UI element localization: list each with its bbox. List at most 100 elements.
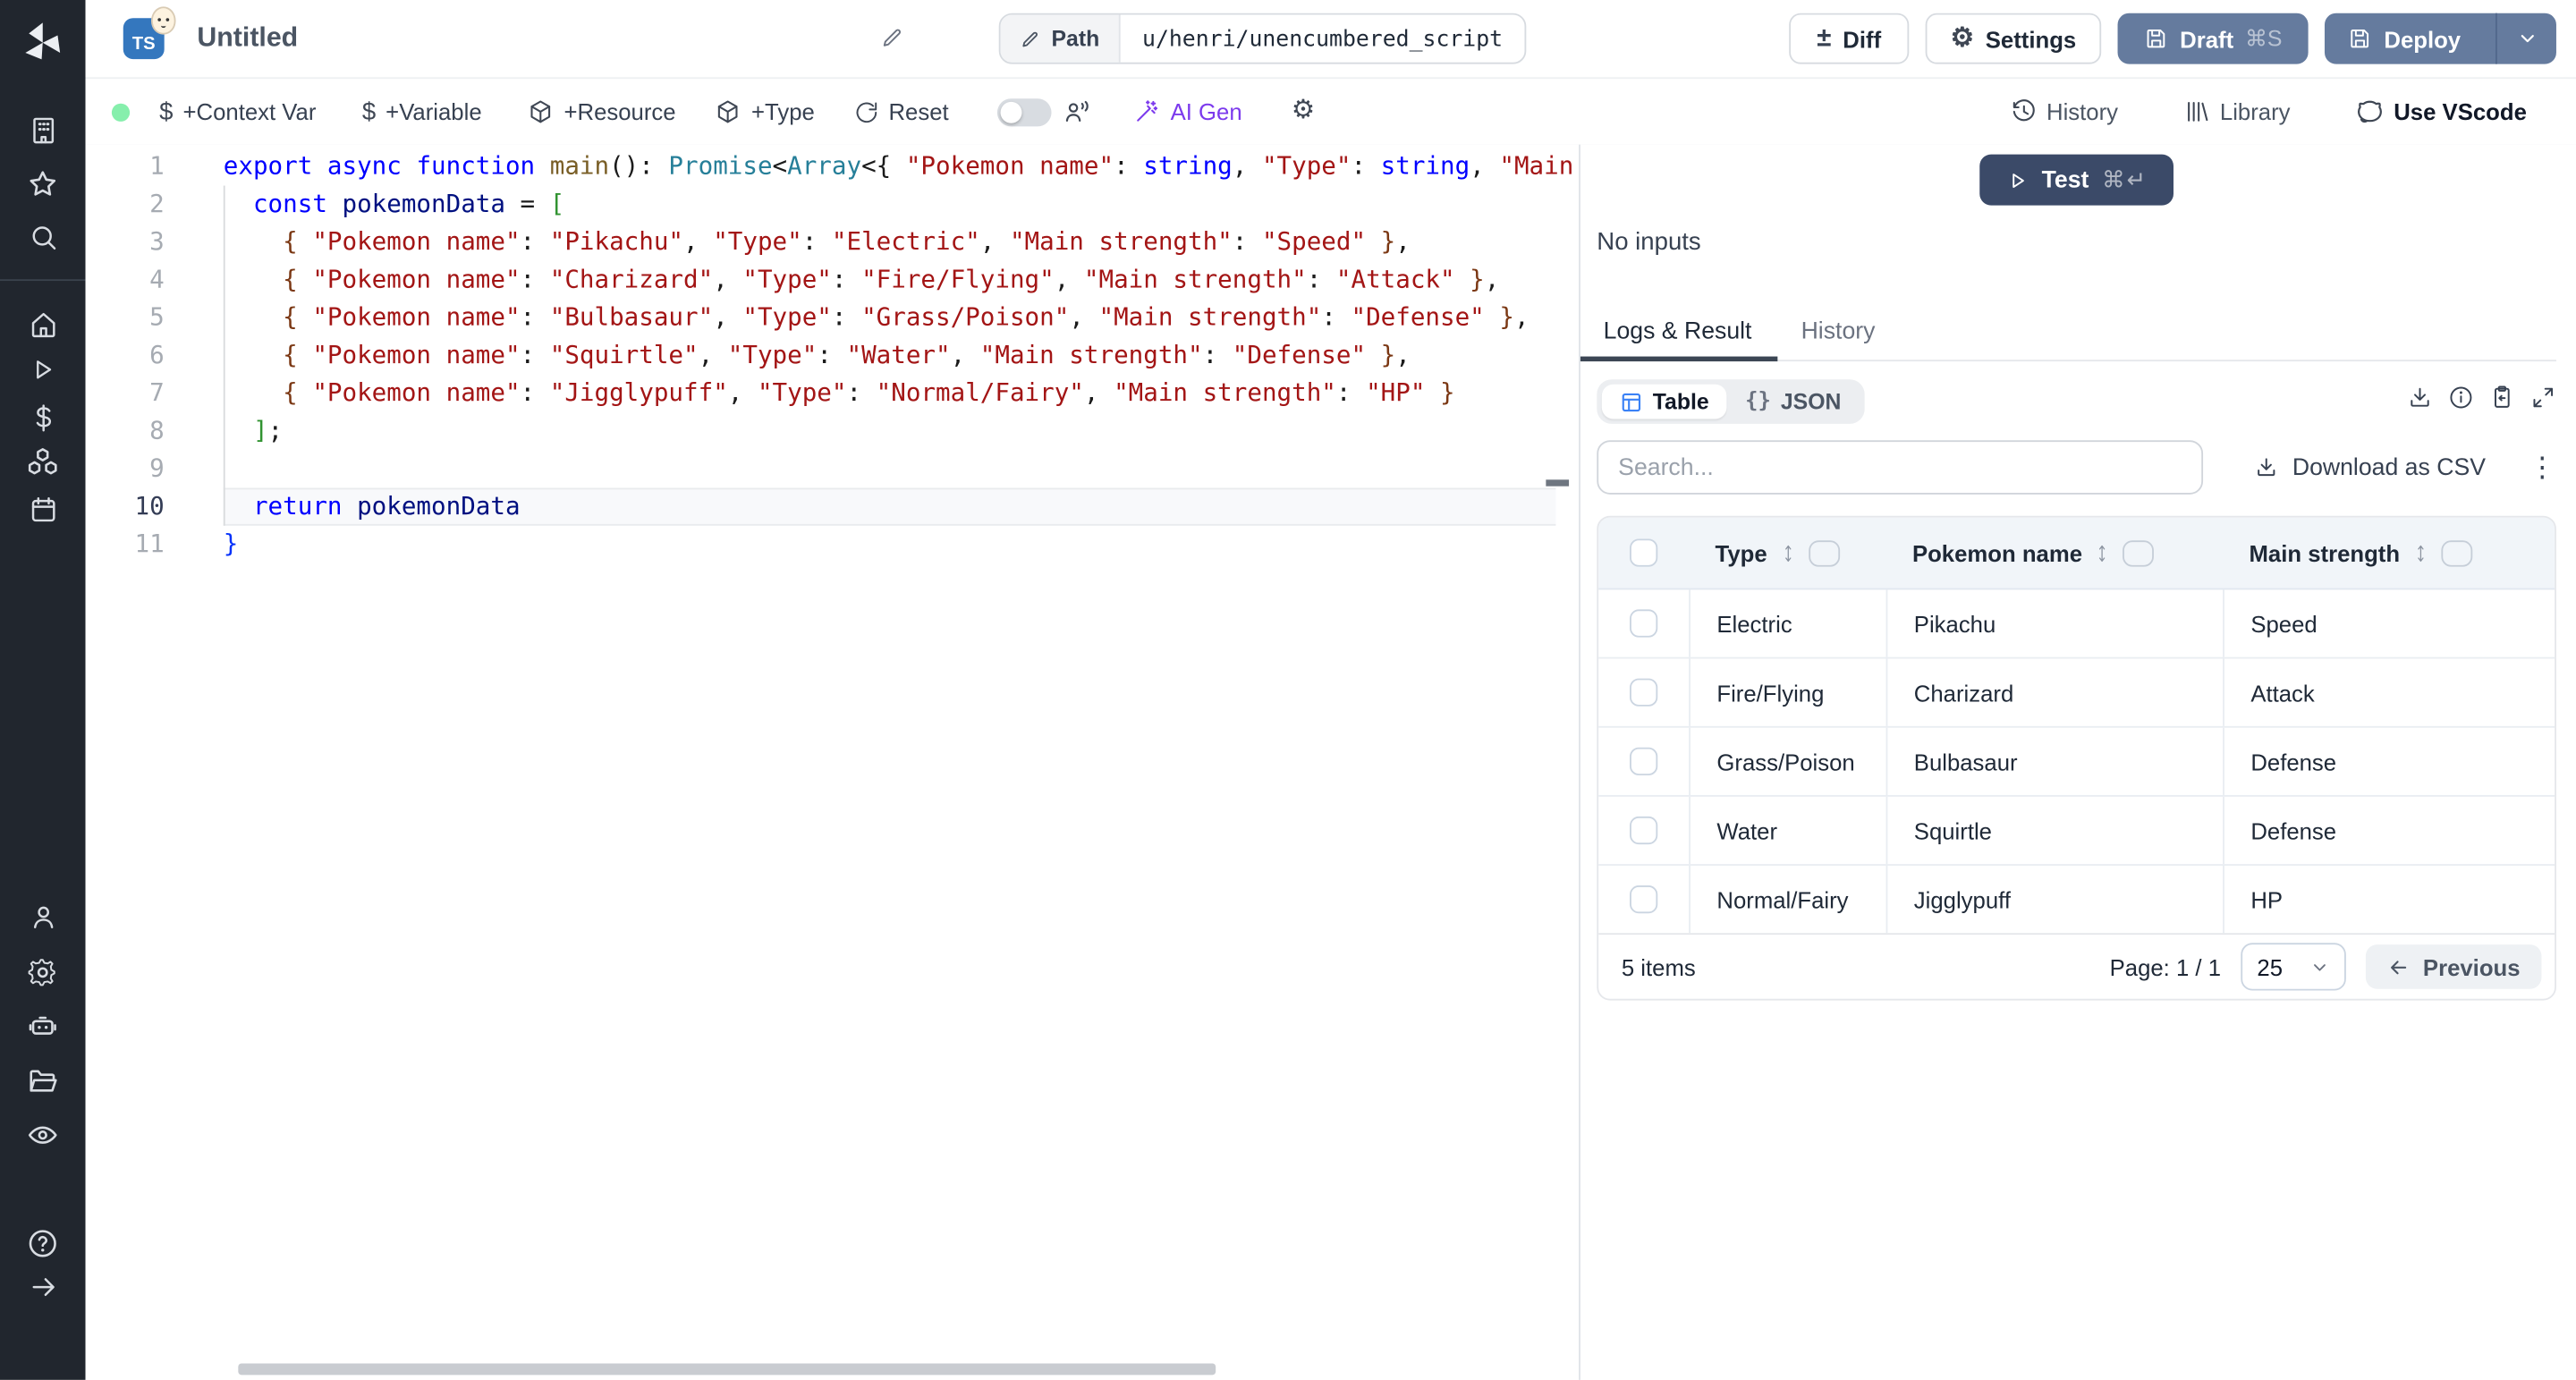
code-text[interactable]: ]; <box>224 412 1579 450</box>
library-icon <box>2184 98 2210 124</box>
workers-robot-icon[interactable] <box>23 1007 63 1046</box>
row-checkbox[interactable] <box>1630 679 1657 707</box>
path-value[interactable]: u/henri/unencumbered_script <box>1121 15 1524 63</box>
test-shortcut: ⌘↵ <box>2102 166 2148 194</box>
column-toggle[interactable] <box>2123 539 2155 565</box>
multiplayer-icon[interactable] <box>1063 97 1091 125</box>
code-text[interactable]: { "Pokemon name": "Squirtle", "Type": "W… <box>224 337 1579 375</box>
schedules-calendar-icon[interactable] <box>23 489 63 529</box>
add-variable-button[interactable]: $ +Variable <box>362 97 482 125</box>
code-line-8[interactable]: 8 ]; <box>86 412 1580 450</box>
column-toggle[interactable] <box>1809 539 1840 565</box>
sort-icon[interactable] <box>2094 541 2112 564</box>
code-line-7[interactable]: 7 { "Pokemon name": "Jigglypuff", "Type"… <box>86 375 1580 412</box>
code-text[interactable]: { "Pokemon name": "Jigglypuff", "Type": … <box>224 375 1579 412</box>
row-checkbox[interactable] <box>1630 885 1657 913</box>
table-cell: Electric <box>1689 589 1885 656</box>
run-panel: Test ⌘↵ No inputs Logs & Result History … <box>1579 145 2576 1380</box>
code-line-11[interactable]: 11} <box>86 526 1580 563</box>
table-row[interactable]: Normal/FairyJigglypuffHP <box>1598 864 2555 933</box>
column-header-pokemon-name[interactable]: Pokemon name <box>1912 539 2082 565</box>
expand-arrow-icon[interactable] <box>23 1266 63 1306</box>
diff-button[interactable]: ± Diff <box>1789 13 1909 64</box>
ai-gen-button[interactable]: AI Gen <box>1134 98 1241 124</box>
code-text[interactable]: export async function main(): Promise<Ar… <box>224 148 1579 185</box>
history-button[interactable]: History <box>2011 98 2118 124</box>
variables-dollar-icon[interactable] <box>23 397 63 436</box>
add-resource-button[interactable]: +Resource <box>528 98 675 124</box>
tab-logs-result[interactable]: Logs & Result <box>1580 310 1778 361</box>
row-checkbox[interactable] <box>1630 748 1657 775</box>
use-vscode-button[interactable]: Use VScode <box>2356 97 2527 125</box>
add-type-button[interactable]: +Type <box>716 98 815 124</box>
favorites-star-icon[interactable] <box>23 165 63 204</box>
code-text[interactable]: const pokemonData = [ <box>224 186 1579 224</box>
download-csv-button[interactable]: Download as CSV <box>2255 454 2486 480</box>
windmill-logo-icon[interactable] <box>18 18 67 67</box>
help-question-icon[interactable] <box>23 1223 63 1263</box>
deploy-button[interactable]: Deploy <box>2325 13 2556 64</box>
table-row[interactable]: Grass/PoisonBulbasaurDefense <box>1598 726 2555 795</box>
view-toggle-json[interactable]: {} JSON <box>1727 385 1860 419</box>
deploy-dropdown-caret[interactable] <box>2496 13 2556 64</box>
select-all-checkbox[interactable] <box>1630 538 1657 566</box>
add-context-var-button[interactable]: $ +Context Var <box>159 97 316 125</box>
code-text[interactable]: { "Pokemon name": "Pikachu", "Type": "El… <box>224 224 1579 261</box>
folders-icon[interactable] <box>23 1062 63 1101</box>
more-options-kebab-icon[interactable]: ⋮ <box>2529 453 2556 481</box>
horizontal-scrollbar[interactable] <box>238 1363 1216 1375</box>
code-text[interactable]: } <box>224 526 1579 563</box>
table-row[interactable]: ElectricPikachuSpeed <box>1598 589 2555 656</box>
download-result-icon[interactable] <box>2407 385 2433 419</box>
code-text[interactable]: return pokemonData <box>224 488 1556 526</box>
resources-cubes-icon[interactable] <box>23 442 63 481</box>
reset-button[interactable]: Reset <box>854 98 949 124</box>
code-text[interactable] <box>224 450 1579 487</box>
code-line-10[interactable]: 10 return pokemonData <box>86 488 1580 526</box>
runs-play-icon[interactable] <box>23 350 63 389</box>
code-line-6[interactable]: 6 { "Pokemon name": "Squirtle", "Type": … <box>86 337 1580 375</box>
search-input[interactable] <box>1597 440 2203 495</box>
tab-history[interactable]: History <box>1778 310 1902 360</box>
edit-title-pencil-icon[interactable] <box>880 26 903 57</box>
row-checkbox[interactable] <box>1630 817 1657 844</box>
search-icon[interactable] <box>23 216 63 256</box>
code-line-3[interactable]: 3 { "Pokemon name": "Pikachu", "Type": "… <box>86 224 1580 261</box>
view-toggle-table[interactable]: Table <box>1602 385 1727 419</box>
app-root: TS Untitled Path u/henri/unencumbered_sc… <box>0 0 2576 1380</box>
sort-icon[interactable] <box>2411 541 2429 564</box>
settings-button[interactable]: ⚙ Settings <box>1926 13 2102 64</box>
diff-mode-toggle[interactable] <box>998 97 1053 125</box>
user-icon[interactable] <box>23 897 63 936</box>
code-line-9[interactable]: 9 <box>86 450 1580 487</box>
code-text[interactable]: { "Pokemon name": "Charizard", "Type": "… <box>224 261 1579 299</box>
previous-page-button[interactable]: Previous <box>2366 944 2542 989</box>
library-button[interactable]: Library <box>2184 98 2291 124</box>
copy-clipboard-icon[interactable] <box>2489 385 2515 419</box>
workspace-building-icon[interactable] <box>23 110 63 149</box>
code-line-2[interactable]: 2 const pokemonData = [ <box>86 186 1580 224</box>
column-header-main-strength[interactable]: Main strength <box>2249 539 2400 565</box>
column-toggle[interactable] <box>2441 539 2472 565</box>
home-icon[interactable] <box>23 304 63 343</box>
table-row[interactable]: Fire/FlyingCharizardAttack <box>1598 657 2555 726</box>
info-icon[interactable] <box>2448 385 2474 419</box>
table-cell: Defense <box>2223 728 2555 795</box>
code-line-4[interactable]: 4 { "Pokemon name": "Charizard", "Type":… <box>86 261 1580 299</box>
sort-icon[interactable] <box>1779 541 1797 564</box>
editor-settings-gear-icon[interactable]: ⚙ <box>1292 98 1315 124</box>
page-size-select[interactable]: 25 <box>2241 943 2346 990</box>
path-chip[interactable]: Path u/henri/unencumbered_script <box>999 13 1526 64</box>
test-button[interactable]: Test ⌘↵ <box>1979 155 2174 206</box>
code-line-1[interactable]: 1export async function main(): Promise<A… <box>86 148 1580 185</box>
expand-fullscreen-icon[interactable] <box>2530 385 2556 419</box>
row-checkbox[interactable] <box>1630 609 1657 637</box>
table-row[interactable]: WaterSquirtleDefense <box>1598 795 2555 864</box>
draft-button[interactable]: Draft ⌘S <box>2118 13 2309 64</box>
settings-gear-icon[interactable] <box>23 952 63 992</box>
code-line-5[interactable]: 5 { "Pokemon name": "Bulbasaur", "Type":… <box>86 299 1580 336</box>
eye-icon[interactable] <box>23 1115 63 1155</box>
code-editor[interactable]: 1export async function main(): Promise<A… <box>86 145 1580 1380</box>
code-text[interactable]: { "Pokemon name": "Bulbasaur", "Type": "… <box>224 299 1579 336</box>
column-header-type[interactable]: Type <box>1716 539 1767 565</box>
